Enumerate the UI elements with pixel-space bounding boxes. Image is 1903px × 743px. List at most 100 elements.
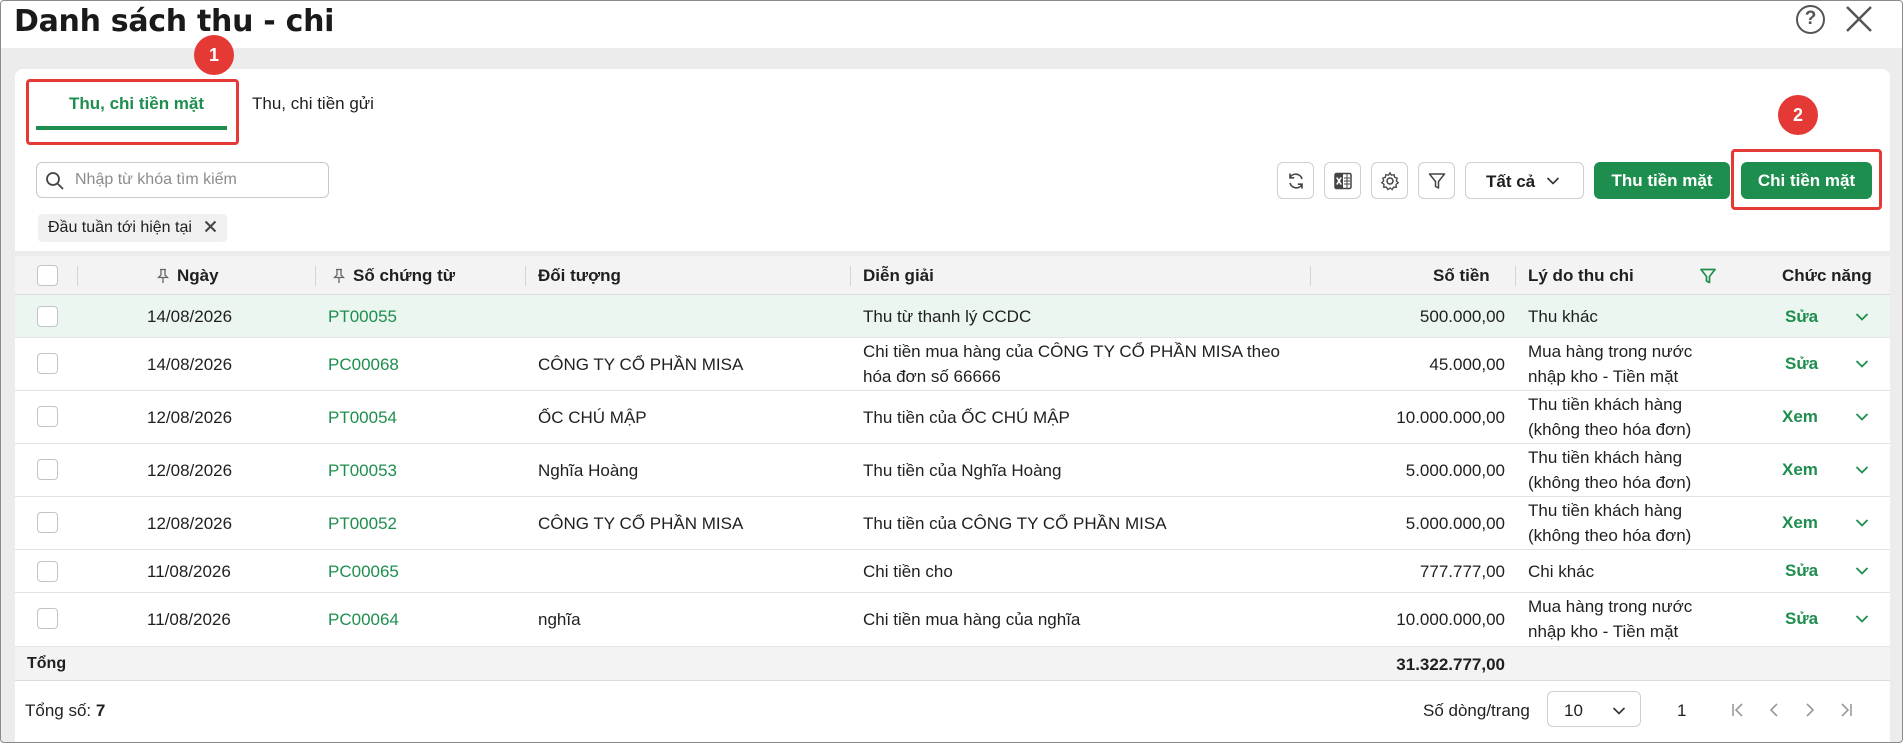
step-marker-1: 1 <box>194 35 234 75</box>
column-actions: Chức năng <box>1782 266 1872 285</box>
tab-bank[interactable]: Thu, chi tiền gửi <box>252 94 374 114</box>
row-doc-no-link[interactable]: PT00053 <box>328 458 397 483</box>
row-doc-no-link[interactable]: PC00064 <box>328 607 399 632</box>
column-reason[interactable]: Lý do thu chi <box>1528 266 1634 286</box>
row-doc-no-link[interactable]: PT00055 <box>328 304 397 329</box>
row-view-button[interactable]: Xem <box>1782 407 1818 427</box>
prev-page-icon[interactable] <box>1766 702 1782 718</box>
pin-icon[interactable] <box>333 268 345 284</box>
row-amount: 10.000.000,00 <box>1396 610 1505 629</box>
column-doc-no[interactable]: Số chứng từ <box>353 266 455 286</box>
row-checkbox[interactable] <box>37 353 58 374</box>
filter-active-icon[interactable] <box>1699 267 1717 285</box>
select-all-checkbox[interactable] <box>37 265 58 286</box>
export-excel-button[interactable] <box>1324 162 1361 199</box>
record-count: Tổng số: 7 <box>25 701 105 721</box>
gear-icon <box>1380 171 1400 191</box>
row-reason: Mua hàng trong nước nhập kho - Tiền mặt <box>1528 342 1693 386</box>
table-row[interactable]: 11/08/2026 PC00064 nghĩa Chi tiền mua hà… <box>15 593 1890 647</box>
chevron-down-icon[interactable] <box>1855 412 1869 422</box>
row-reason: Mua hàng trong nước nhập kho - Tiền mặt <box>1528 597 1693 641</box>
search-box[interactable] <box>36 162 329 198</box>
step-marker-2: 2 <box>1778 95 1818 135</box>
row-checkbox[interactable] <box>37 608 58 629</box>
filter-button[interactable] <box>1418 162 1455 199</box>
table-row[interactable]: 12/08/2026 PT00052 CÔNG TY CỔ PHẦN MISA … <box>15 497 1890 550</box>
row-doc-no-link[interactable]: PC00068 <box>328 352 399 377</box>
row-doc-no-link[interactable]: PC00065 <box>328 559 399 584</box>
date-range-chip: Đầu tuần tới hiện tại <box>38 214 228 242</box>
search-input[interactable] <box>75 169 315 191</box>
row-reason: Thu tiền khách hàng (không theo hóa đơn) <box>1528 501 1692 545</box>
row-doc-no-link[interactable]: PT00052 <box>328 511 397 536</box>
column-amount[interactable]: Số tiền <box>1433 266 1490 286</box>
rows-per-page-select[interactable]: 10 <box>1547 691 1641 727</box>
row-description: Chi tiền mua hàng của nghĩa <box>863 610 1081 629</box>
chevron-down-icon[interactable] <box>1855 312 1869 322</box>
total-amount: 31.322.777,00 <box>1396 655 1505 674</box>
column-separator <box>850 266 851 286</box>
row-edit-button[interactable]: Sửa <box>1785 354 1818 374</box>
row-edit-button[interactable]: Sửa <box>1785 561 1818 581</box>
row-checkbox[interactable] <box>37 306 58 327</box>
row-date: 14/08/2026 <box>147 355 233 374</box>
next-page-icon[interactable] <box>1802 702 1818 718</box>
table-row[interactable]: 12/08/2026 PT00053 Nghĩa Hoàng Thu tiền … <box>15 444 1890 497</box>
pin-icon[interactable] <box>157 268 169 284</box>
chevron-down-icon[interactable] <box>1855 566 1869 576</box>
row-view-button[interactable]: Xem <box>1782 513 1818 533</box>
chevron-down-icon[interactable] <box>1855 465 1869 475</box>
row-doc-no-link[interactable]: PT00054 <box>328 405 397 430</box>
row-checkbox[interactable] <box>37 561 58 582</box>
row-party: CÔNG TY CỔ PHẦN MISA <box>538 355 744 374</box>
row-checkbox[interactable] <box>37 512 58 533</box>
row-view-button[interactable]: Xem <box>1782 460 1818 480</box>
row-description: Thu từ thanh lý CCDC <box>863 307 1032 326</box>
help-icon[interactable]: ? <box>1796 5 1825 34</box>
chevron-down-icon <box>1546 177 1560 185</box>
table-row[interactable]: 14/08/2026 PC00068 CÔNG TY CỔ PHẦN MISA … <box>15 338 1890 391</box>
row-reason: Chi khác <box>1528 562 1595 581</box>
table-header: Ngày Số chứng từ Đối tượng Diễn giải Số … <box>15 256 1890 295</box>
table-row[interactable]: 12/08/2026 PT00054 ỐC CHÚ MẬP Thu tiền c… <box>15 391 1890 444</box>
row-reason: Thu tiền khách hàng (không theo hóa đơn) <box>1528 448 1692 492</box>
row-date: 11/08/2026 <box>147 610 231 629</box>
row-party: CÔNG TY CỔ PHẦN MISA <box>538 514 744 533</box>
chevron-down-icon[interactable] <box>1855 518 1869 528</box>
remove-chip-icon[interactable] <box>204 220 217 233</box>
chevron-down-icon[interactable] <box>1855 359 1869 369</box>
row-party: ỐC CHÚ MẬP <box>538 408 647 427</box>
row-description: Thu tiền của CÔNG TY CỔ PHẦN MISA <box>863 514 1167 533</box>
row-checkbox[interactable] <box>37 459 58 480</box>
last-page-icon[interactable] <box>1838 702 1854 718</box>
pay-button-highlight-box <box>1731 149 1882 210</box>
row-edit-button[interactable]: Sửa <box>1785 609 1818 629</box>
column-description[interactable]: Diễn giải <box>863 266 934 286</box>
row-amount: 5.000.000,00 <box>1405 461 1505 480</box>
close-icon[interactable] <box>1843 3 1875 35</box>
column-date[interactable]: Ngày <box>177 266 219 286</box>
row-amount: 500.000,00 <box>1419 307 1505 326</box>
row-edit-button[interactable]: Sửa <box>1785 307 1818 327</box>
refresh-button[interactable] <box>1277 162 1314 199</box>
row-amount: 45.000,00 <box>1429 355 1505 374</box>
title-bar: Danh sách thu - chi ? <box>1 1 1902 48</box>
row-reason: Thu khác <box>1528 307 1598 326</box>
date-range-chip-label: Đầu tuần tới hiện tại <box>48 219 192 236</box>
rows-per-page-label: Số dòng/trang <box>1423 701 1530 720</box>
row-checkbox[interactable] <box>37 406 58 427</box>
status-filter-select[interactable]: Tất cả <box>1465 162 1584 199</box>
first-page-icon[interactable] <box>1730 702 1746 718</box>
dialog-window: Danh sách thu - chi ? Thu, chi tiền mặt … <box>0 0 1903 743</box>
chevron-down-icon <box>1612 707 1626 715</box>
row-date: 12/08/2026 <box>147 514 233 533</box>
table-row[interactable]: 14/08/2026 PT00055 Thu từ thanh lý CCDC … <box>15 295 1890 338</box>
table-row[interactable]: 11/08/2026 PC00065 Chi tiền cho 777.777,… <box>15 550 1890 593</box>
record-count-value: 7 <box>95 701 106 720</box>
receive-cash-button[interactable]: Thu tiền mặt <box>1594 162 1730 199</box>
current-page: 1 <box>1677 701 1687 720</box>
settings-button[interactable] <box>1371 162 1408 199</box>
column-party[interactable]: Đối tượng <box>538 266 621 286</box>
row-date: 12/08/2026 <box>147 461 233 480</box>
chevron-down-icon[interactable] <box>1855 614 1869 624</box>
